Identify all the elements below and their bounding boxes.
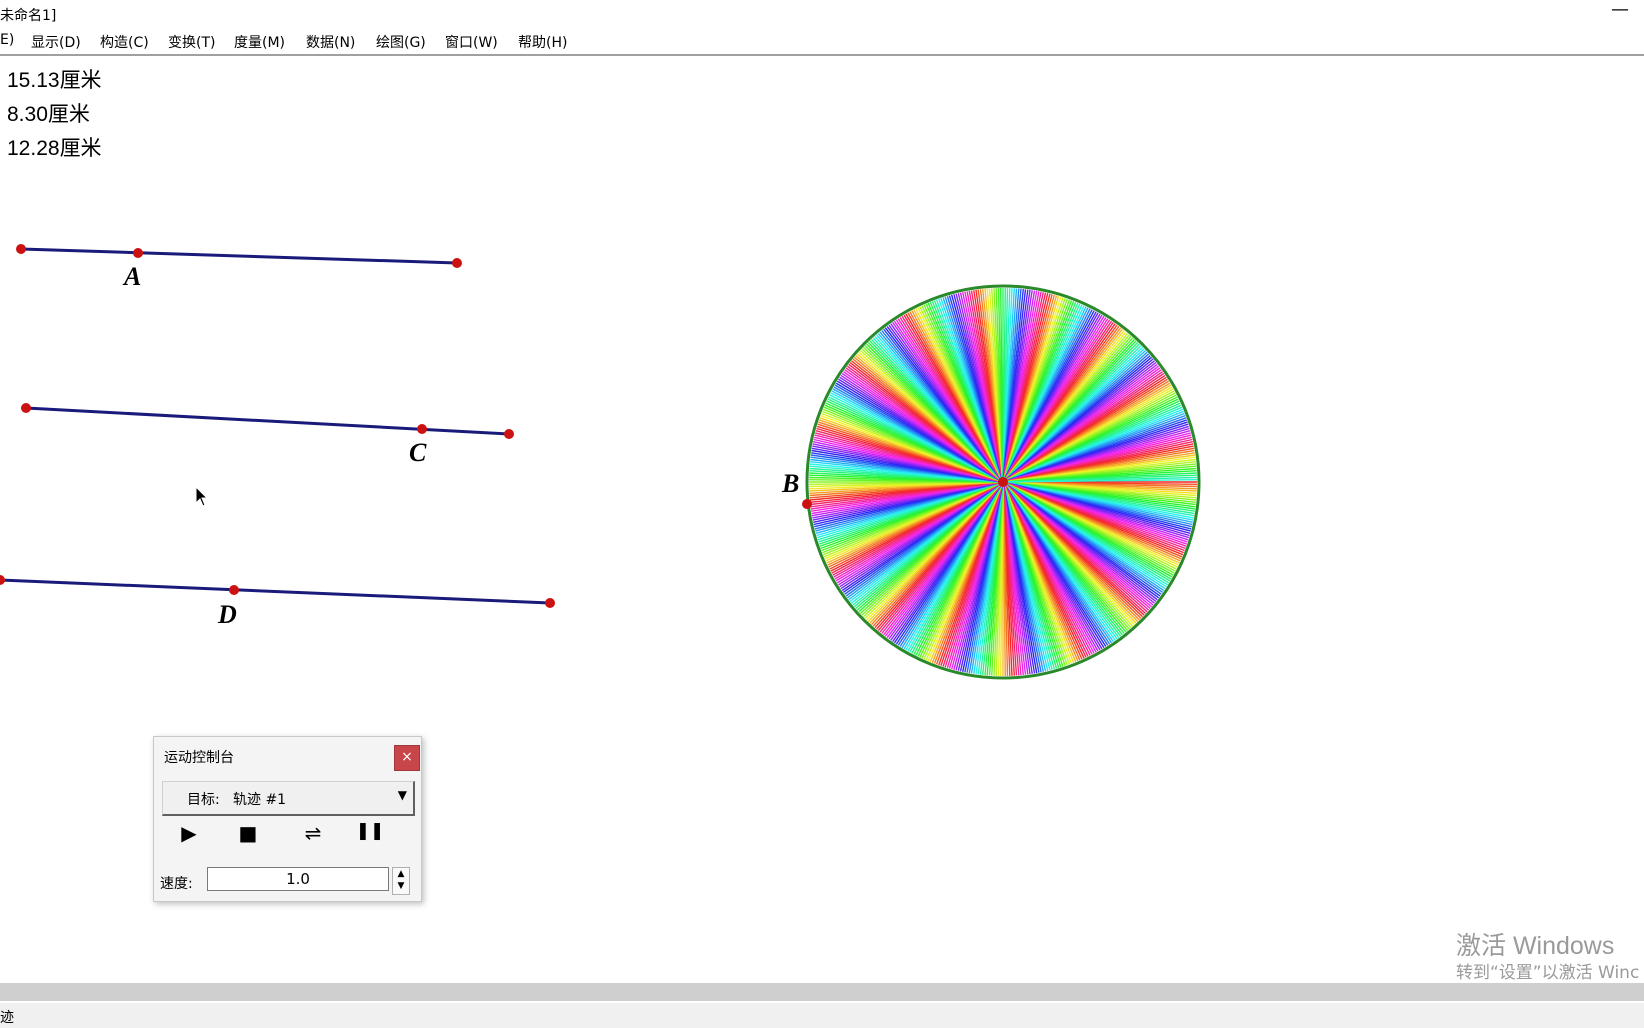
menu-window[interactable]: 窗口(W) bbox=[445, 32, 498, 52]
menu-display[interactable]: 显示(D) bbox=[31, 32, 81, 52]
activation-watermark-subtitle: 转到“设置”以激活 Winc bbox=[1456, 963, 1640, 983]
segment-1-end-point[interactable] bbox=[452, 258, 462, 268]
close-button[interactable]: × bbox=[394, 745, 420, 771]
segment-3-start-point[interactable] bbox=[0, 575, 5, 585]
menu-measure[interactable]: 度量(M) bbox=[234, 32, 285, 52]
motion-controller-panel: 运动控制台 × 目标: 轨迹 #1 ▼ ▶ ■ ⇌ ❚❚ 速度: 1.0 ▲ ▼ bbox=[153, 736, 422, 902]
target-dropdown[interactable]: 目标: 轨迹 #1 ▼ bbox=[162, 781, 415, 816]
segment-2-start-point[interactable] bbox=[21, 403, 31, 413]
target-label: 目标: bbox=[187, 792, 220, 808]
point-b[interactable] bbox=[802, 499, 812, 509]
pause-button[interactable]: ❚❚ bbox=[355, 821, 385, 841]
point-c[interactable] bbox=[417, 424, 427, 434]
circle-center-point[interactable] bbox=[998, 477, 1008, 487]
menu-graph[interactable]: 绘图(G) bbox=[376, 32, 426, 52]
point-a[interactable] bbox=[133, 248, 143, 258]
label-b[interactable]: B bbox=[781, 469, 799, 498]
segment-1[interactable] bbox=[20, 247, 458, 265]
menu-data[interactable]: 数据(N) bbox=[306, 32, 355, 52]
menu-bar: E) 显示(D) 构造(C) 变换(T) 度量(M) 数据(N) 绘图(G) 窗… bbox=[0, 28, 1644, 56]
stop-button[interactable]: ■ bbox=[233, 821, 263, 845]
menu-edit[interactable]: E) bbox=[0, 32, 14, 48]
label-d[interactable]: D bbox=[217, 600, 237, 629]
window-title: 未命名1] bbox=[0, 8, 57, 24]
label-c[interactable]: C bbox=[409, 438, 427, 467]
label-a[interactable]: A bbox=[122, 262, 141, 291]
segment-1-start-point[interactable] bbox=[16, 244, 26, 254]
chevron-down-icon[interactable]: ▼ bbox=[398, 788, 407, 802]
menu-transform[interactable]: 变换(T) bbox=[168, 32, 215, 52]
status-text: 迹 bbox=[0, 1010, 14, 1026]
point-d[interactable] bbox=[229, 585, 239, 595]
target-value: 轨迹 #1 bbox=[233, 792, 287, 808]
menu-construct[interactable]: 构造(C) bbox=[100, 32, 149, 52]
activation-watermark-title: 激活 Windows bbox=[1456, 932, 1615, 960]
speed-stepper[interactable]: ▲ ▼ bbox=[392, 867, 410, 895]
status-bar: 迹 bbox=[0, 1003, 1644, 1028]
title-bar: 未命名1] — bbox=[0, 0, 1644, 28]
mouse-cursor-icon bbox=[195, 486, 209, 507]
play-button[interactable]: ▶ bbox=[174, 821, 204, 845]
segment-2-end-point[interactable] bbox=[504, 429, 514, 439]
segment-3[interactable] bbox=[0, 578, 551, 605]
speed-input[interactable]: 1.0 bbox=[207, 867, 389, 891]
minimize-button[interactable]: — bbox=[1600, 0, 1640, 24]
segment-2[interactable] bbox=[25, 406, 510, 436]
horizontal-scrollbar[interactable] bbox=[0, 983, 1644, 1001]
reverse-button[interactable]: ⇌ bbox=[298, 821, 328, 845]
segment-3-end-point[interactable] bbox=[545, 598, 555, 608]
speed-label: 速度: bbox=[160, 876, 193, 892]
motion-panel-title: 运动控制台 bbox=[164, 750, 234, 766]
menu-help[interactable]: 帮助(H) bbox=[518, 32, 567, 52]
